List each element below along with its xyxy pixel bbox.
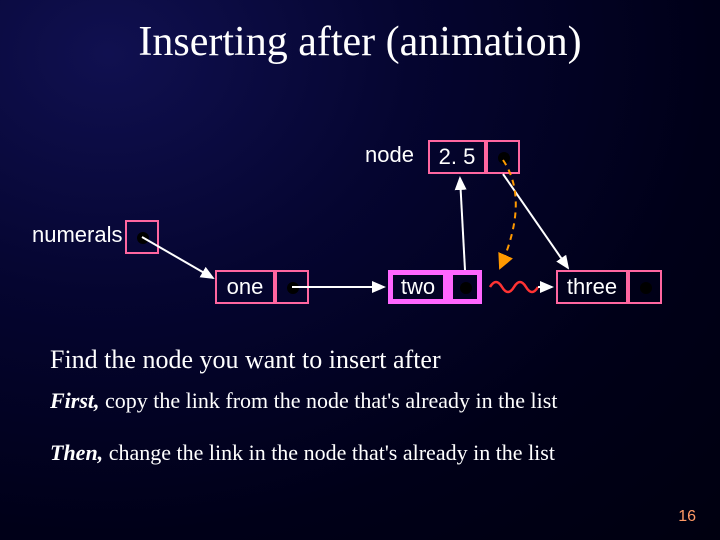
node-three-value: three <box>556 270 628 304</box>
text-then: Then, change the link in the node that's… <box>50 440 680 466</box>
node-three-ptr <box>628 270 662 304</box>
node-new-ptr <box>486 140 520 174</box>
dot-icon <box>460 282 472 294</box>
text-first-rest: copy the link from the node that's alrea… <box>100 388 558 413</box>
label-node: node <box>365 142 414 168</box>
slide: Inserting after (animation) node 2. 5 nu… <box>0 0 720 540</box>
node-one-ptr <box>275 270 309 304</box>
text-then-rest: change the link in the node that's alrea… <box>103 440 555 465</box>
node-two-ptr <box>448 270 482 304</box>
node-one-value: one <box>215 270 275 304</box>
text-find: Find the node you want to insert after <box>50 345 680 375</box>
dot-icon <box>640 282 652 294</box>
dot-icon <box>287 282 299 294</box>
page-number: 16 <box>678 508 696 526</box>
text-first-label: First, <box>50 388 100 413</box>
numerals-ptr <box>125 220 159 254</box>
dot-icon <box>498 152 510 164</box>
label-numerals: numerals <box>32 222 122 248</box>
text-first: First, copy the link from the node that'… <box>50 388 680 414</box>
node-two-value: two <box>388 270 448 304</box>
slide-title: Inserting after (animation) <box>0 18 720 66</box>
text-then-label: Then, <box>50 440 103 465</box>
dot-icon <box>137 232 149 244</box>
node-new-value: 2. 5 <box>428 140 486 174</box>
